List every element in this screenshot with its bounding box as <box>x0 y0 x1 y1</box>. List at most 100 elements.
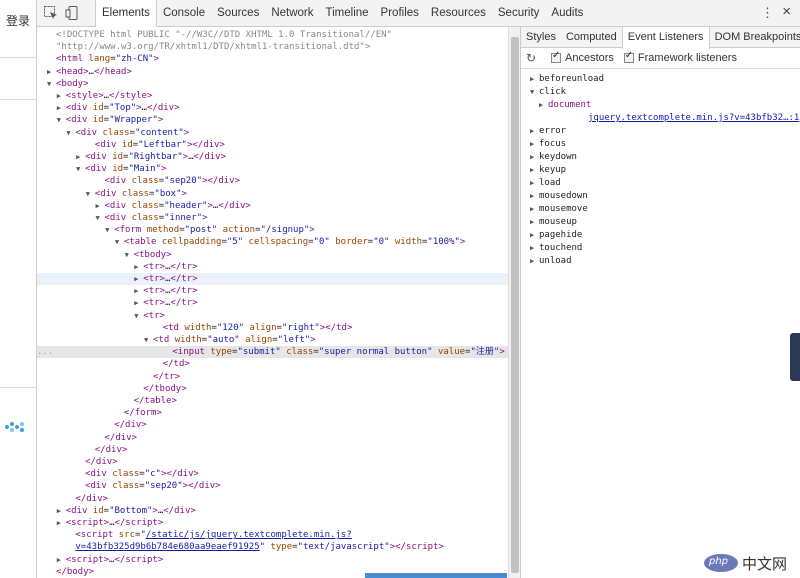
close-icon[interactable]: × <box>782 3 791 20</box>
dom-node-line[interactable]: </div> <box>37 444 508 456</box>
dom-node-line[interactable]: ▶ <tr>…</tr> <box>37 273 508 286</box>
sidebar-tab-styles[interactable]: Styles <box>521 27 561 47</box>
ancestors-checkbox[interactable] <box>551 50 561 63</box>
scrollbar-thumb[interactable] <box>511 37 519 573</box>
tab-audits[interactable]: Audits <box>545 0 589 27</box>
event-mouseup[interactable]: ▶ mouseup <box>521 216 800 229</box>
side-widget <box>790 333 800 381</box>
event-keyup[interactable]: ▶ keyup <box>521 164 800 177</box>
sidebar-tab-event-listeners[interactable]: Event Listeners <box>621 27 710 49</box>
dom-node-line[interactable]: ▼ <body> <box>37 78 508 90</box>
refresh-icon[interactable]: ↻ <box>521 51 541 65</box>
login-link[interactable]: 登录 <box>6 12 30 29</box>
dom-node-line[interactable]: ▶ <tr>…</tr> <box>37 285 508 297</box>
dom-node-line[interactable]: <div class="sep20"></div> <box>37 480 508 492</box>
dom-node-line[interactable]: ▼ <div id="Wrapper"> <box>37 114 508 126</box>
watermark-logo: php 中文网 <box>704 548 800 578</box>
event-listeners-sidebar: Styles Computed Event Listeners DOM Breakpo… <box>521 27 800 578</box>
event-mousedown[interactable]: ▶ mousedown <box>521 190 800 203</box>
dom-node-line[interactable]: ▼ <div class="inner"> <box>37 212 508 224</box>
panel-tabs: Elements Console Sources Network Timeline Pro… <box>95 0 589 28</box>
elements-scrollbar[interactable] <box>508 27 521 578</box>
devtools-toolbar: Elements Console Sources Network Timeline Pro… <box>37 0 800 28</box>
event-load[interactable]: ▶ load <box>521 177 800 190</box>
dom-node-line[interactable]: <td width="120" align="right"></td> <box>37 322 508 334</box>
dom-node-line[interactable]: <div class="sep20"></div> <box>37 175 508 187</box>
dom-node-line[interactable]: </tbody> <box>37 383 508 395</box>
dom-node-line[interactable]: </table> <box>37 395 508 407</box>
dom-node-line[interactable]: </tr> <box>37 371 508 383</box>
event-touchend[interactable]: ▶ touchend <box>521 242 800 255</box>
divider <box>0 387 36 388</box>
sidebar-tabs: Styles Computed Event Listeners DOM Breakpo… <box>521 27 800 49</box>
event-unload[interactable]: ▶ unload <box>521 255 800 268</box>
listener-source-link[interactable]: jquery.textcomplete.min.js?v=43bfb32…:1 <box>521 112 800 125</box>
dom-node-line[interactable]: ▼ <td width="auto" align="left"> <box>37 334 508 346</box>
dom-node-line[interactable]: <html lang="zh-CN"> <box>37 53 508 65</box>
dom-node-line[interactable]: ▶ <script>…</script> <box>37 554 508 566</box>
ancestors-label: Ancestors <box>565 52 614 64</box>
dom-node-line[interactable]: ▶ <tr>…</tr> <box>37 261 508 273</box>
dom-node-line[interactable]: "http://www.w3.org/TR/xhtml1/DTD/xhtml1-… <box>37 41 508 53</box>
tab-security[interactable]: Security <box>492 0 546 27</box>
elements-dom-tree: <!DOCTYPE html PUBLIC "-//W3C//DTD XHTML… <box>37 27 508 578</box>
sidebar-tab-computed[interactable]: Computed <box>561 27 622 47</box>
status-bar <box>365 573 507 578</box>
dom-node-line[interactable]: ▼ <div id="Main"> <box>37 163 508 175</box>
tab-sources[interactable]: Sources <box>211 0 265 27</box>
dom-node-line[interactable]: ▶ <div id="Rightbar">…</div> <box>37 151 508 163</box>
tab-network[interactable]: Network <box>265 0 319 27</box>
ellipsis-icon[interactable]: ... <box>37 346 53 358</box>
tab-elements[interactable]: Elements <box>95 0 157 28</box>
click-listener-document[interactable]: ▶ document <box>521 99 800 112</box>
event-pagehide[interactable]: ▶ pagehide <box>521 229 800 242</box>
dom-node-line[interactable]: ▶ <div id="Bottom">…</div> <box>37 505 508 517</box>
dom-node-line[interactable]: <div class="c"></div> <box>37 468 508 480</box>
dom-node-line[interactable]: ▶ <div class="header">…</div> <box>37 200 508 212</box>
event-click[interactable]: ▼ click <box>521 86 800 99</box>
tab-timeline[interactable]: Timeline <box>320 0 375 27</box>
event-beforeunload[interactable]: ▶ beforeunload <box>521 73 800 86</box>
dom-node-line[interactable]: </form> <box>37 407 508 419</box>
dom-node-line[interactable]: </div> <box>37 419 508 431</box>
dom-node-line[interactable]: ▶ <script>…</script> <box>37 517 508 529</box>
dom-node-line[interactable]: <!DOCTYPE html PUBLIC "-//W3C//DTD XHTML… <box>37 29 508 41</box>
divider <box>0 57 36 58</box>
dom-node-line[interactable]: v=43bfb325d9b6b784e680aa9eaef91925" type… <box>37 541 508 553</box>
dom-node-line[interactable]: ▶ <div id="Top">…</div> <box>37 102 508 114</box>
event-error[interactable]: ▶ error <box>521 125 800 138</box>
dom-node-line[interactable]: <div id="Leftbar"></div> <box>37 139 508 151</box>
dom-node-line[interactable]: </td> <box>37 358 508 370</box>
event-mousemove[interactable]: ▶ mousemove <box>521 203 800 216</box>
wave-logo-icon <box>5 422 24 432</box>
dom-node-line[interactable]: </div> <box>37 493 508 505</box>
inspect-element-icon[interactable] <box>43 5 59 21</box>
dom-node-line[interactable]: ▼ <form method="post" action="/signup"> <box>37 224 508 236</box>
dom-node-line[interactable]: </div> <box>37 432 508 444</box>
tab-resources[interactable]: Resources <box>425 0 492 27</box>
more-menu-icon[interactable]: ⋮ <box>761 5 774 21</box>
dom-node-line[interactable]: ▼ <div class="content"> <box>37 127 508 139</box>
dom-node-line[interactable]: ▼ <tr> <box>37 310 508 322</box>
dom-node-line[interactable]: ▶ <tr>…</tr> <box>37 297 508 309</box>
dom-node-line[interactable]: ▶ <style>…</style> <box>37 90 508 102</box>
divider <box>0 99 36 100</box>
listener-options: ↻ Ancestors Framework listeners <box>521 48 800 69</box>
event-list: ▶ beforeunload ▼ click ▶ document jquery.textc… <box>521 73 800 268</box>
dom-node-line[interactable]: ▼ <div class="box"> <box>37 188 508 200</box>
device-mode-icon[interactable] <box>65 5 81 21</box>
dom-node-line[interactable]: <script src="/static/js/jquery.textcompl… <box>37 529 508 541</box>
event-keydown[interactable]: ▶ keydown <box>521 151 800 164</box>
sidebar-tab-dom-breakpoints[interactable]: DOM Breakpoints <box>710 27 800 47</box>
event-focus[interactable]: ▶ focus <box>521 138 800 151</box>
framework-listeners-checkbox[interactable] <box>623 50 634 63</box>
dom-node-line[interactable]: ▼ <table cellpadding="5" cellspacing="0" … <box>37 236 508 248</box>
dom-node-line[interactable]: </div> <box>37 456 508 468</box>
page-preview: 登录 <box>0 0 37 578</box>
framework-listeners-label: Framework listeners <box>637 52 737 64</box>
dom-node-line[interactable]: ▼ <tbody> <box>37 249 508 261</box>
dom-node-line[interactable]: <input type="submit" class="super normal… <box>37 346 508 359</box>
tab-profiles[interactable]: Profiles <box>375 0 425 27</box>
tab-console[interactable]: Console <box>157 0 211 27</box>
dom-node-line[interactable]: ▶ <head>…</head> <box>37 66 508 78</box>
